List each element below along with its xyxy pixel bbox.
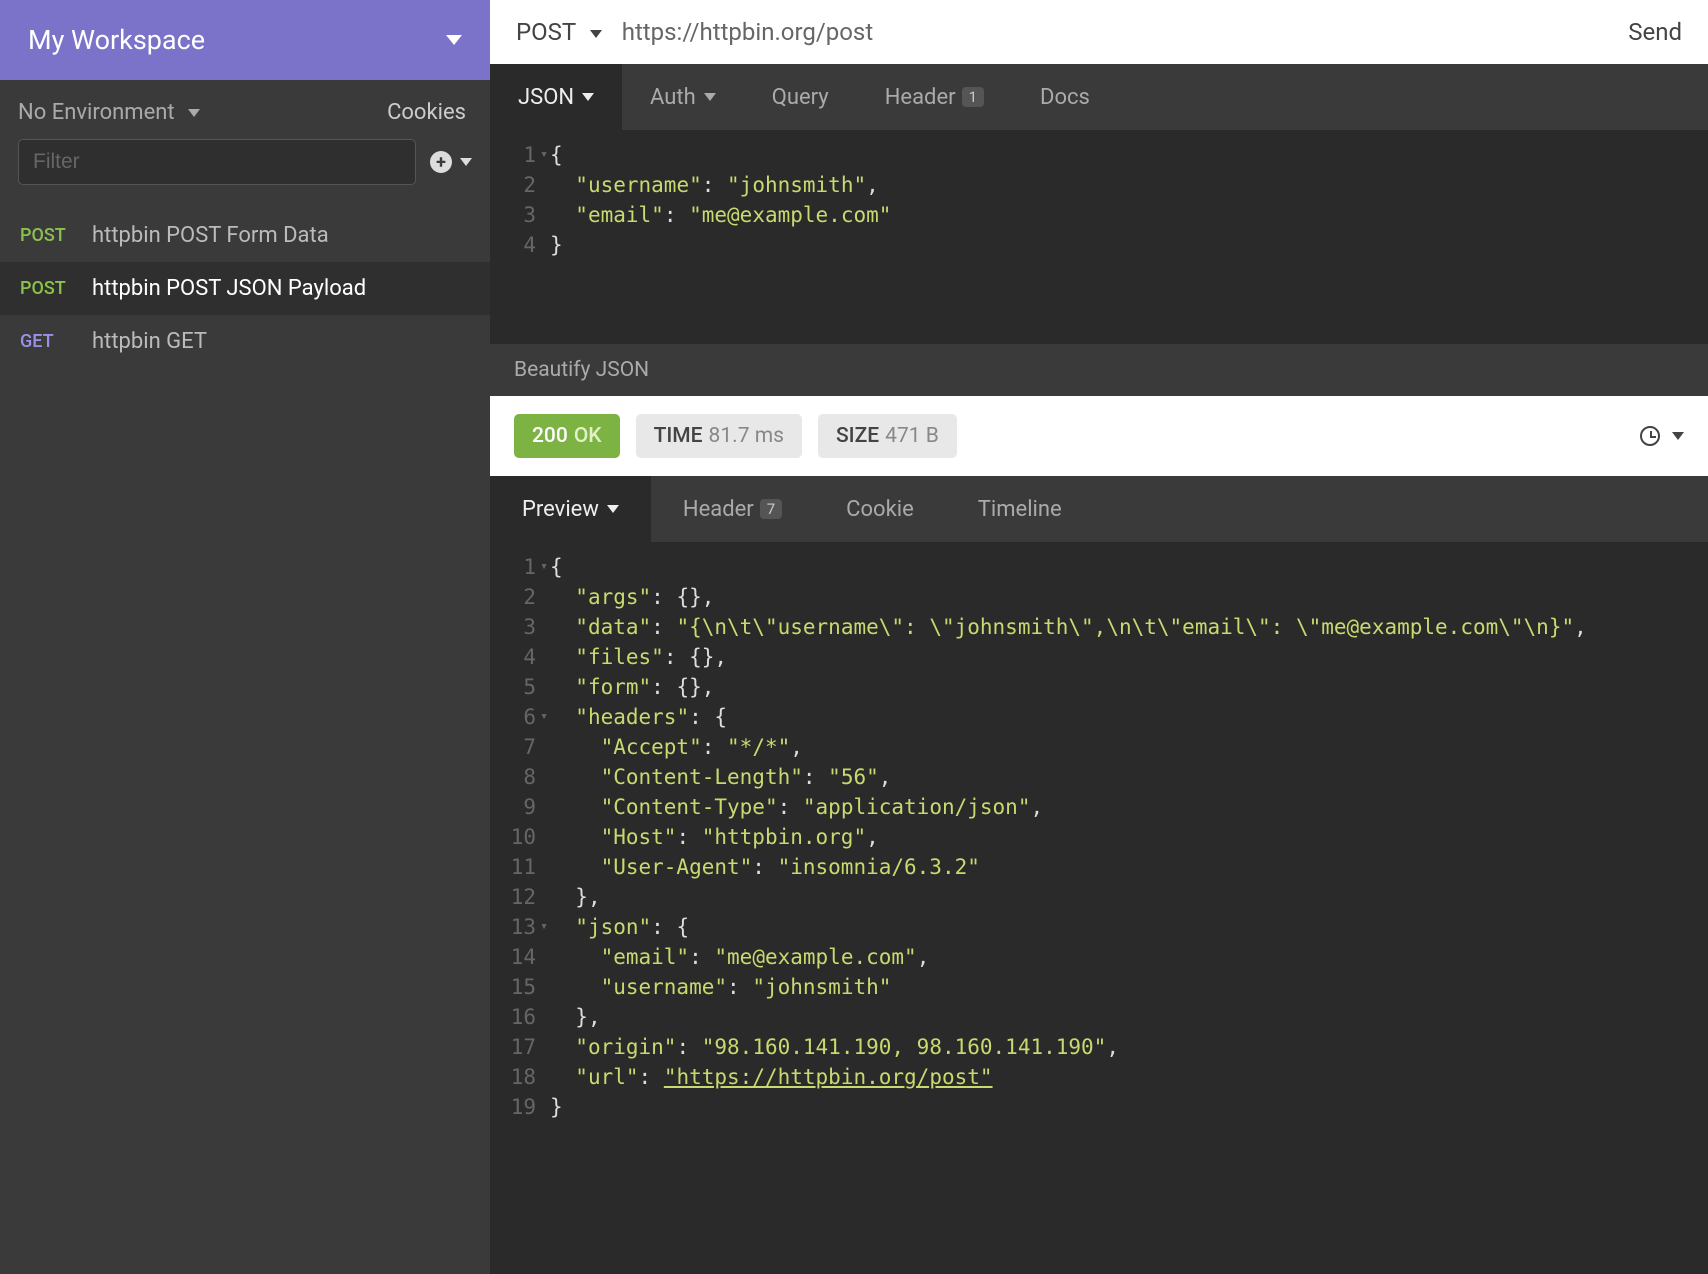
workspace-name: My Workspace: [28, 24, 205, 56]
tab-preview[interactable]: Preview: [490, 476, 651, 542]
new-request-button[interactable]: +: [430, 151, 472, 173]
environment-label: No Environment: [18, 100, 175, 125]
request-item[interactable]: GET httpbin GET: [0, 315, 490, 368]
size-value: 471 B: [885, 424, 939, 448]
main-pane: POST https://httpbin.org/post Send JSON …: [490, 0, 1708, 1274]
method-dropdown[interactable]: POST: [516, 18, 602, 46]
tab-docs[interactable]: Docs: [1012, 64, 1118, 130]
request-pane: JSON Auth Query Header 1 Docs 1▾{2: [490, 64, 1708, 396]
request-body-editor[interactable]: 1▾{2 "username": "johnsmith",3 "email": …: [490, 130, 1708, 344]
tab-resp-header-label: Header: [683, 497, 754, 522]
sidebar-toolbar: No Environment Cookies: [0, 80, 490, 139]
caret-down-icon: [582, 93, 594, 101]
tab-docs-label: Docs: [1040, 85, 1090, 110]
caret-down-icon: [704, 93, 716, 101]
request-item[interactable]: POST httpbin POST Form Data: [0, 209, 490, 262]
response-status-bar: 200OK TIME81.7 ms SIZE471 B: [490, 396, 1708, 476]
caret-down-icon: [590, 30, 602, 38]
status-code: 200: [532, 424, 568, 448]
response-tabs: Preview Header 7 Cookie Timeline: [490, 476, 1708, 542]
size-badge: SIZE471 B: [818, 414, 957, 458]
filter-row: +: [0, 139, 490, 203]
time-label: TIME: [654, 424, 703, 448]
request-label: httpbin GET: [92, 329, 207, 354]
request-label: httpbin POST JSON Payload: [92, 276, 366, 301]
sidebar: My Workspace No Environment Cookies + PO…: [0, 0, 490, 1274]
time-badge: TIME81.7 ms: [636, 414, 802, 458]
status-badge: 200OK: [514, 414, 620, 458]
send-button[interactable]: Send: [1628, 18, 1682, 46]
status-text: OK: [574, 424, 602, 448]
environment-dropdown[interactable]: No Environment: [18, 100, 200, 125]
tab-timeline-label: Timeline: [978, 497, 1062, 522]
tab-resp-header[interactable]: Header 7: [651, 476, 814, 542]
resp-header-count-badge: 7: [760, 499, 782, 519]
caret-down-icon: [460, 158, 472, 166]
workspace-dropdown[interactable]: My Workspace: [0, 0, 490, 80]
size-label: SIZE: [836, 424, 879, 448]
method-tag: GET: [20, 331, 78, 352]
time-value: 81.7 ms: [709, 424, 784, 448]
response-body-viewer[interactable]: 1▾{2 "args": {},3 "data": "{\n\t\"userna…: [490, 542, 1708, 1274]
url-input[interactable]: https://httpbin.org/post: [622, 18, 1609, 46]
request-label: httpbin POST Form Data: [92, 223, 329, 248]
tab-preview-label: Preview: [522, 497, 599, 522]
response-history-dropdown[interactable]: [1640, 426, 1684, 446]
request-item[interactable]: POST httpbin POST JSON Payload: [0, 262, 490, 315]
tab-body-label: JSON: [518, 85, 574, 110]
caret-down-icon: [1672, 432, 1684, 440]
tab-query-label: Query: [772, 85, 829, 110]
header-count-badge: 1: [962, 87, 984, 107]
tab-cookie[interactable]: Cookie: [814, 476, 946, 542]
tab-cookie-label: Cookie: [846, 497, 914, 522]
caret-down-icon: [607, 505, 619, 513]
clock-icon: [1640, 426, 1660, 446]
response-pane: 200OK TIME81.7 ms SIZE471 B Preview: [490, 396, 1708, 1274]
method-tag: POST: [20, 225, 78, 246]
filter-input[interactable]: [18, 139, 416, 185]
request-list: POST httpbin POST Form Data POST httpbin PO…: [0, 203, 490, 368]
request-tabs: JSON Auth Query Header 1 Docs: [490, 64, 1708, 130]
beautify-json-button[interactable]: Beautify JSON: [490, 344, 1708, 396]
tab-timeline[interactable]: Timeline: [946, 476, 1094, 542]
tab-auth[interactable]: Auth: [622, 64, 744, 130]
tab-header-label: Header: [885, 85, 956, 110]
plus-icon: +: [430, 151, 452, 173]
method-tag: POST: [20, 278, 78, 299]
tab-body[interactable]: JSON: [490, 64, 622, 132]
cookies-button[interactable]: Cookies: [387, 100, 466, 125]
url-bar: POST https://httpbin.org/post Send: [490, 0, 1708, 64]
tab-auth-label: Auth: [650, 85, 696, 110]
tab-query[interactable]: Query: [744, 64, 857, 130]
method-value: POST: [516, 18, 576, 46]
caret-down-icon: [188, 109, 200, 117]
caret-down-icon: [446, 35, 462, 45]
tab-header[interactable]: Header 1: [857, 64, 1012, 130]
